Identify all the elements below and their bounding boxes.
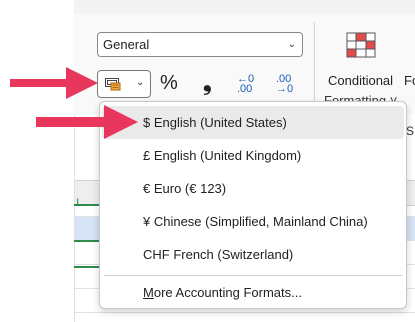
grid-marker: ı [76, 194, 80, 208]
increase-decimal-icon-bottom: .00 [237, 83, 253, 95]
comma-icon: ❟ [203, 70, 212, 95]
chevron-down-icon[interactable]: ⌄ [136, 77, 144, 88]
percent-icon: % [160, 72, 178, 94]
grid-line [74, 312, 415, 313]
increase-decimal-button[interactable]: ←0 .00 [237, 74, 254, 95]
accounting-number-icon [105, 78, 121, 91]
menu-item-gbp[interactable]: £ English (United Kingdom) [100, 139, 406, 172]
ribbon-partial-label: S [406, 124, 415, 138]
selection-border [74, 266, 100, 268]
selection-border [74, 240, 100, 242]
menu-item-usd[interactable]: $ English (United States) [102, 106, 404, 139]
ribbon-group-divider [314, 22, 315, 110]
menu-item-cny[interactable]: ¥ Chinese (Simplified, Mainland China) [100, 205, 406, 238]
format-as-table-label[interactable]: Fo [404, 73, 415, 88]
grid-line [74, 114, 75, 322]
decrease-decimal-icon-bottom: →0 [276, 83, 294, 95]
chevron-down-icon: ⌄ [287, 39, 296, 50]
comma-style-button[interactable]: ❟ [203, 70, 212, 96]
decrease-decimal-button[interactable]: .00 →0 [276, 74, 294, 95]
pointer-arrow-icon [10, 67, 98, 99]
menu-item-eur[interactable]: € Euro (€ 123) [100, 172, 406, 205]
percent-style-button[interactable]: % [160, 72, 178, 95]
accounting-format-button[interactable]: ⌄ [97, 70, 151, 98]
more-accounting-formats-label: ore Accounting Formats... [153, 285, 302, 300]
accounting-format-menu: $ English (United States) £ English (Uni… [99, 101, 407, 309]
menu-item-chf[interactable]: CHF French (Switzerland) [100, 238, 406, 271]
ribbon-tabs-strip [74, 0, 415, 14]
more-accounting-formats-item[interactable]: More Accounting Formats... [100, 276, 406, 309]
pointer-arrow-icon [36, 105, 138, 139]
conditional-formatting-icon[interactable] [346, 32, 376, 58]
number-format-select[interactable]: General ⌄ [97, 32, 303, 57]
conditional-formatting-label[interactable]: Conditional [328, 73, 393, 88]
number-format-value: General [103, 37, 150, 52]
more-accounting-formats-accesskey: M [143, 285, 154, 300]
